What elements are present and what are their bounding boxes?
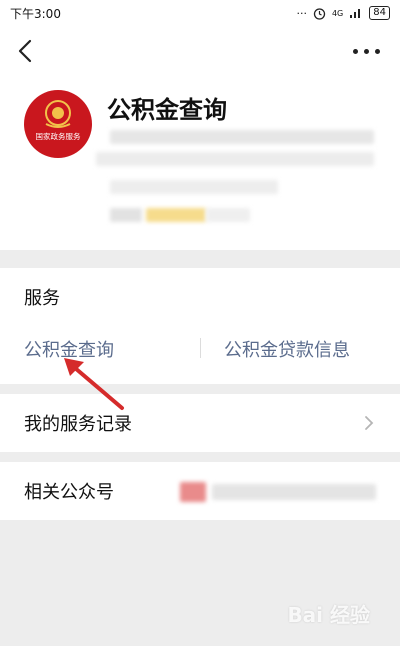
blurred-text [212, 484, 376, 500]
chevron-right-icon [365, 416, 374, 430]
section-title: 服务 [24, 288, 60, 309]
blurred-text [110, 208, 142, 222]
watermark: Bai 经验 [287, 603, 370, 627]
divider [200, 338, 201, 358]
blurred-text [110, 180, 278, 194]
status-bar: 下午3:00 ··· 4G 84 [0, 0, 400, 26]
related-label: 相关公众号 [24, 482, 114, 503]
service-loan-info-link[interactable]: 公积金贷款信息 [224, 336, 350, 362]
dots-icon: ··· [296, 6, 307, 20]
account-name: 公积金查询 [107, 96, 227, 124]
status-time: 下午3:00 [10, 6, 61, 21]
blurred-text [96, 152, 374, 166]
alarm-icon [313, 7, 326, 20]
battery-indicator: 84 [369, 6, 390, 20]
logo-caption: 国家政务服务 [35, 132, 81, 141]
account-profile: 国家政务服务 公积金查询 [0, 76, 400, 250]
more-options-icon[interactable] [346, 42, 386, 60]
related-accounts-row[interactable]: 相关公众号 [0, 462, 400, 520]
related-account-avatar [180, 482, 206, 502]
status-icons: ··· 4G 84 [296, 6, 390, 20]
blurred-text [206, 208, 250, 222]
signal-icon [350, 9, 361, 18]
records-label: 我的服务记录 [24, 414, 132, 435]
emblem-icon [45, 100, 71, 128]
network-label: 4G [331, 8, 344, 18]
back-arrow-icon[interactable] [14, 38, 38, 64]
account-logo: 国家政务服务 [24, 90, 92, 158]
blurred-text [146, 208, 206, 222]
nav-bar [0, 26, 400, 76]
annotation-arrow-icon [64, 358, 124, 410]
blurred-text [110, 130, 374, 144]
